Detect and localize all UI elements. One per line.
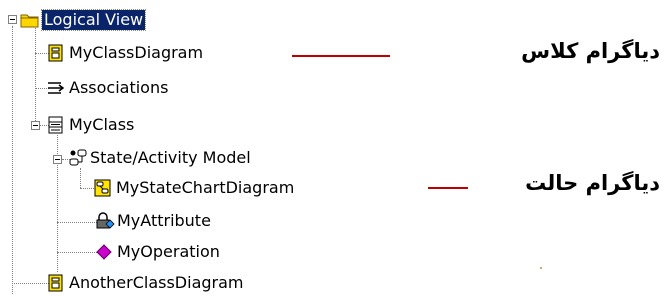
class-diagram-pointer-line	[292, 55, 390, 57]
stray-dot	[540, 267, 542, 269]
collapse-toggle-state-activity-model[interactable]	[53, 155, 62, 164]
tree-line	[80, 168, 81, 188]
attribute-icon	[95, 212, 115, 230]
associations-icon	[47, 79, 65, 97]
tree-item-myoperation[interactable]: MyOperation	[95, 241, 220, 263]
tree-item-label: MyAttribute	[117, 211, 211, 230]
tree-line	[35, 53, 36, 125]
tree-item-associations[interactable]: Associations	[47, 77, 168, 99]
tree-line	[12, 283, 49, 284]
state-diagram-annotation: دیاگرام حالت	[525, 171, 660, 195]
tree-item-myclassdiagram[interactable]: MyClassDiagram	[47, 42, 203, 64]
tree-line	[57, 252, 97, 253]
class-diagram-icon	[47, 44, 65, 62]
tree-item-myclass[interactable]: MyClass	[47, 114, 134, 136]
tree-item-mystatechartdiagram[interactable]: MyStateChartDiagram	[94, 177, 294, 199]
tree-item-label: MyOperation	[117, 242, 220, 261]
browser-tree: Logical View MyClassDiagram Associations	[0, 0, 665, 294]
tree-item-label: MyClassDiagram	[69, 43, 204, 62]
tree-item-label: AnotherClassDiagram	[69, 273, 244, 292]
class-diagram-icon	[47, 274, 65, 292]
operation-icon	[95, 243, 113, 261]
collapse-toggle-logical-view[interactable]	[8, 15, 17, 24]
tree-item-label: Associations	[69, 78, 169, 97]
tree-item-state-activity-model[interactable]: State/Activity Model	[68, 147, 251, 169]
tree-item-label: State/Activity Model	[90, 148, 251, 167]
class-icon	[47, 116, 65, 134]
state-activity-model-icon	[68, 149, 87, 167]
tree-item-logical-view[interactable]: Logical View	[20, 9, 147, 31]
tree-item-anotherclassdiagram[interactable]: AnotherClassDiagram	[47, 272, 244, 294]
tree-item-label: Logical View	[40, 9, 147, 31]
tree-item-myattribute[interactable]: MyAttribute	[95, 210, 211, 232]
folder-icon	[20, 11, 39, 29]
statechart-diagram-icon	[94, 179, 112, 197]
collapse-toggle-myclass[interactable]	[31, 121, 40, 130]
tree-line	[57, 222, 97, 223]
class-diagram-annotation: دیاگرام کلاس	[521, 39, 660, 63]
tree-item-label: MyClass	[69, 115, 135, 134]
tree-item-label: MyStateChartDiagram	[116, 178, 295, 197]
state-diagram-pointer-line	[428, 187, 468, 189]
tree-line	[12, 26, 13, 294]
